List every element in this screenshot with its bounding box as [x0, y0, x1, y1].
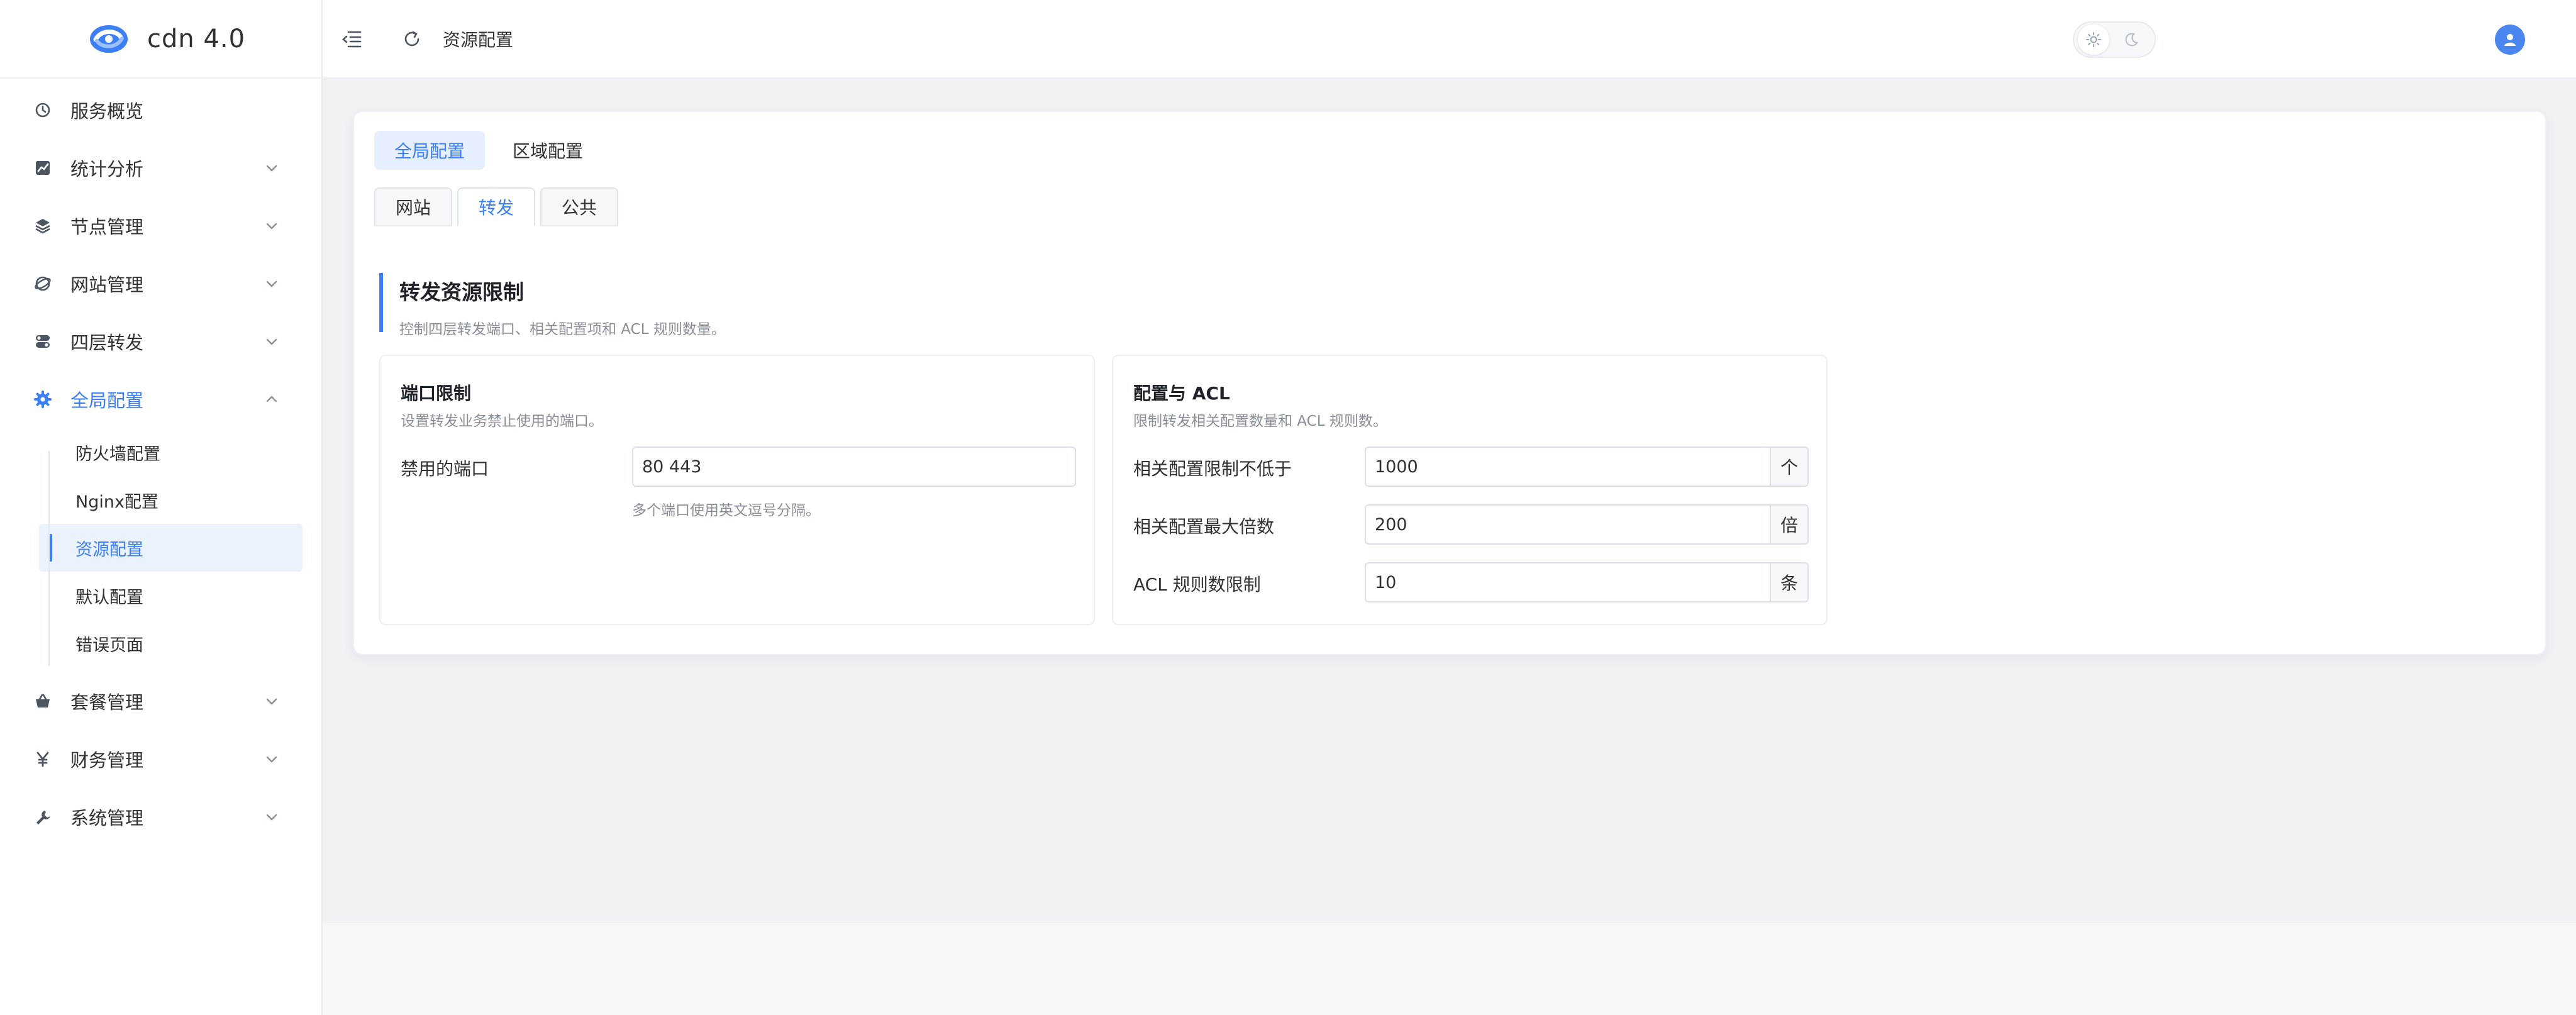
sidebar-item-nodes[interactable]: 节点管理: [0, 197, 321, 255]
yen-icon: [33, 749, 53, 769]
chevron-up-icon: [266, 396, 277, 402]
max-multiplier-label: 相关配置最大倍数: [1133, 516, 1275, 537]
tab-forwarding[interactable]: 转发: [457, 187, 536, 226]
port-limit-panel: 端口限制 设置转发业务禁止使用的端口。 禁用的端口 80 443 多个端口使用英…: [379, 355, 1095, 625]
moon-icon: [2116, 25, 2147, 55]
chevron-down-icon: [266, 698, 277, 705]
min-config-limit-input[interactable]: 1000: [1365, 446, 1771, 487]
panel-description: 设置转发业务禁止使用的端口。: [401, 413, 603, 430]
sidebar-item-packages[interactable]: 套餐管理: [0, 672, 321, 730]
globe-icon: [33, 274, 53, 294]
panel-title: 端口限制: [401, 383, 472, 404]
panel-description: 限制转发相关配置数量和 ACL 规则数。: [1133, 413, 1387, 430]
sidebar-item-label: 统计分析: [70, 158, 144, 180]
chevron-down-icon: [266, 814, 277, 821]
min-config-limit-label: 相关配置限制不低于: [1133, 458, 1292, 479]
brand[interactable]: cdn 4.0: [0, 0, 321, 79]
sidebar-item-overview[interactable]: 服务概览: [0, 81, 321, 139]
wrench-icon: [33, 807, 53, 827]
banned-ports-hint: 多个端口使用英文逗号分隔。: [632, 502, 820, 519]
section-title: 转发资源限制: [399, 280, 524, 304]
max-multiplier-input[interactable]: 200: [1365, 504, 1771, 545]
chevron-down-icon: [266, 165, 277, 172]
chevron-down-icon: [266, 280, 277, 287]
acl-rule-limit-label: ACL 规则数限制: [1133, 574, 1261, 595]
sun-icon: [2078, 25, 2109, 55]
logo-icon: [90, 25, 128, 53]
unit-suffix: 条: [1771, 562, 1809, 602]
content-footer-area: [323, 923, 2576, 1015]
sidebar-item-system[interactable]: 系统管理: [0, 788, 321, 846]
scope-tabs: 全局配置 区域配置: [374, 131, 611, 170]
tab-global-config[interactable]: 全局配置: [374, 131, 486, 170]
chevron-down-icon: [266, 223, 277, 230]
sidebar-item-websites[interactable]: 网站管理: [0, 255, 321, 313]
sidebar-item-label: 服务概览: [70, 101, 144, 122]
tab-website[interactable]: 网站: [374, 187, 453, 226]
unit-suffix: 个: [1771, 446, 1809, 487]
acl-rule-limit-input[interactable]: 10: [1365, 562, 1771, 602]
sidebar-item-label: 套餐管理: [70, 692, 144, 713]
theme-toggle[interactable]: [2073, 21, 2156, 58]
sidebar-item-label: 财务管理: [70, 750, 144, 771]
dashboard-icon: [33, 100, 53, 120]
submenu-guide-line: [48, 451, 50, 666]
refresh-icon[interactable]: [400, 27, 424, 51]
chevron-down-icon: [266, 338, 277, 345]
chevron-down-icon: [266, 756, 277, 763]
breadcrumb: 资源配置: [443, 29, 514, 50]
banned-ports-label: 禁用的端口: [401, 458, 489, 479]
user-icon: [2504, 34, 2516, 46]
sidebar-item-l4-forwarding[interactable]: 四层转发: [0, 313, 321, 370]
tab-public[interactable]: 公共: [540, 187, 619, 226]
layers-icon: [33, 216, 53, 236]
sidebar-item-statistics[interactable]: 统计分析: [0, 139, 321, 197]
basket-icon: [33, 691, 53, 711]
collapse-menu-icon[interactable]: [340, 27, 364, 51]
gear-icon: [33, 389, 53, 409]
section-description: 控制四层转发端口、相关配置项和 ACL 规则数量。: [399, 321, 726, 338]
section-header: 转发资源限制 控制四层转发端口、相关配置项和 ACL 规则数量。: [379, 273, 726, 338]
app-title: cdn 4.0: [147, 24, 246, 53]
resource-config-card: 全局配置 区域配置 网站 转发 公共 转发资源限制 控制四层转发端口、相关配置项…: [353, 111, 2546, 655]
category-tabs: 网站 转发 公共: [374, 187, 623, 226]
config-acl-panel: 配置与 ACL 限制转发相关配置数量和 ACL 规则数。 相关配置限制不低于 1…: [1112, 355, 1828, 625]
tab-region-config[interactable]: 区域配置: [492, 131, 603, 170]
sidebar-item-global-config[interactable]: 全局配置: [0, 370, 321, 428]
chart-icon: [33, 158, 53, 178]
sidebar: cdn 4.0 服务概览 统计分析 节点管理 网站管理 四层转发 全局配置 防火…: [0, 0, 323, 1015]
panel-title: 配置与 ACL: [1133, 383, 1230, 404]
submenu-item-resource[interactable]: 资源配置: [39, 524, 303, 572]
sidebar-item-finance[interactable]: 财务管理: [0, 730, 321, 788]
unit-suffix: 倍: [1771, 504, 1809, 545]
sidebar-item-label: 全局配置: [70, 390, 144, 411]
sidebar-item-label: 系统管理: [70, 807, 144, 829]
toggle-icon: [33, 331, 53, 352]
sidebar-item-label: 网站管理: [70, 274, 144, 296]
user-avatar[interactable]: [2495, 25, 2525, 55]
banned-ports-input[interactable]: 80 443: [632, 446, 1076, 487]
sidebar-item-label: 节点管理: [70, 216, 144, 238]
sidebar-item-label: 四层转发: [70, 332, 144, 353]
top-header: 资源配置: [323, 0, 2576, 79]
